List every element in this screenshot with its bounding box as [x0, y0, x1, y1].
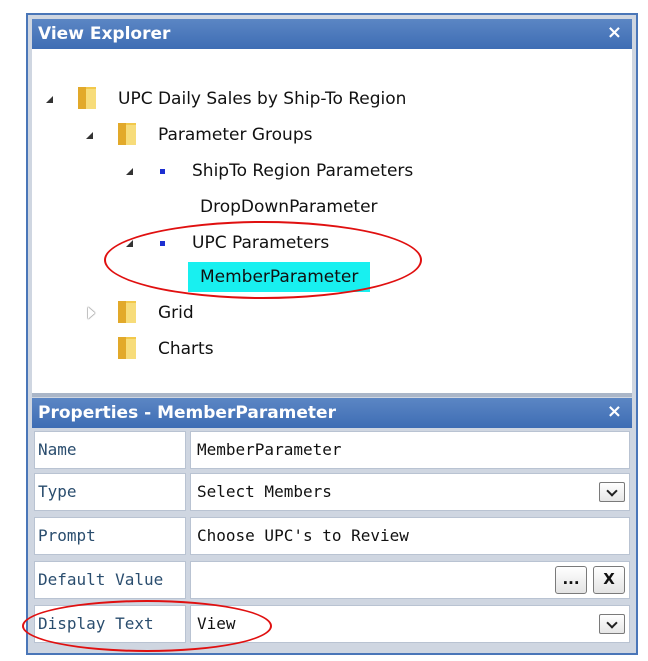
tree-node-root[interactable]: UPC Daily Sales by Ship-To Region — [118, 86, 406, 112]
property-row-default-value: Default Value ... X — [34, 561, 630, 599]
property-row-prompt: Prompt Choose UPC's to Review — [34, 517, 630, 555]
tree-node-dropdown-parameter[interactable]: DropDownParameter — [200, 194, 378, 220]
property-row-type: Type Select Members — [34, 473, 630, 511]
collapse-arrow-icon[interactable] — [126, 168, 133, 175]
property-label: Type — [34, 473, 186, 511]
tree-node-charts[interactable]: Charts — [158, 336, 214, 362]
chevron-down-icon — [606, 485, 618, 497]
ellipsis-button[interactable]: ... — [555, 566, 587, 594]
property-value: Select Members — [197, 482, 332, 501]
type-select[interactable]: Select Members — [190, 473, 630, 511]
clear-button[interactable]: X — [593, 566, 625, 594]
property-value: MemberParameter — [197, 440, 342, 459]
property-label: Default Value — [34, 561, 186, 599]
chevron-down-icon — [606, 617, 618, 629]
property-row-name: Name MemberParameter — [34, 431, 630, 469]
tree-node-shipto-region-parameters[interactable]: ShipTo Region Parameters — [192, 158, 413, 184]
property-label: Name — [34, 431, 186, 469]
properties-title: Properties - MemberParameter — [38, 403, 336, 423]
collapse-arrow-icon[interactable] — [86, 132, 93, 139]
close-icon[interactable]: × — [607, 19, 622, 47]
folder-icon — [118, 337, 136, 359]
panel-splitter[interactable] — [32, 393, 632, 397]
close-icon[interactable]: × — [607, 398, 622, 426]
annotation-ellipse — [22, 600, 272, 652]
prompt-field[interactable]: Choose UPC's to Review — [190, 517, 630, 555]
collapse-arrow-icon[interactable] — [46, 96, 53, 103]
folder-icon — [118, 301, 136, 323]
default-value-field[interactable]: ... X — [190, 561, 630, 599]
expand-arrow-icon[interactable] — [88, 307, 95, 319]
view-explorer-tree: UPC Daily Sales by Ship-To Region Parame… — [32, 49, 632, 393]
annotation-ellipse — [104, 221, 422, 299]
tree-node-parameter-groups[interactable]: Parameter Groups — [158, 122, 312, 148]
explorer-window: View Explorer × UPC Daily Sales by Ship-… — [26, 13, 638, 655]
dropdown-button[interactable] — [599, 482, 625, 502]
folder-icon — [78, 87, 96, 109]
view-explorer-header: View Explorer × — [32, 19, 632, 49]
property-label: Prompt — [34, 517, 186, 555]
name-value-field[interactable]: MemberParameter — [190, 431, 630, 469]
tree-node-grid[interactable]: Grid — [158, 300, 194, 326]
bullet-icon — [160, 169, 165, 174]
property-value: Choose UPC's to Review — [197, 526, 409, 545]
dropdown-button[interactable] — [599, 614, 625, 634]
view-explorer-title: View Explorer — [38, 24, 171, 44]
properties-header: Properties - MemberParameter × — [32, 398, 632, 428]
folder-icon — [118, 123, 136, 145]
